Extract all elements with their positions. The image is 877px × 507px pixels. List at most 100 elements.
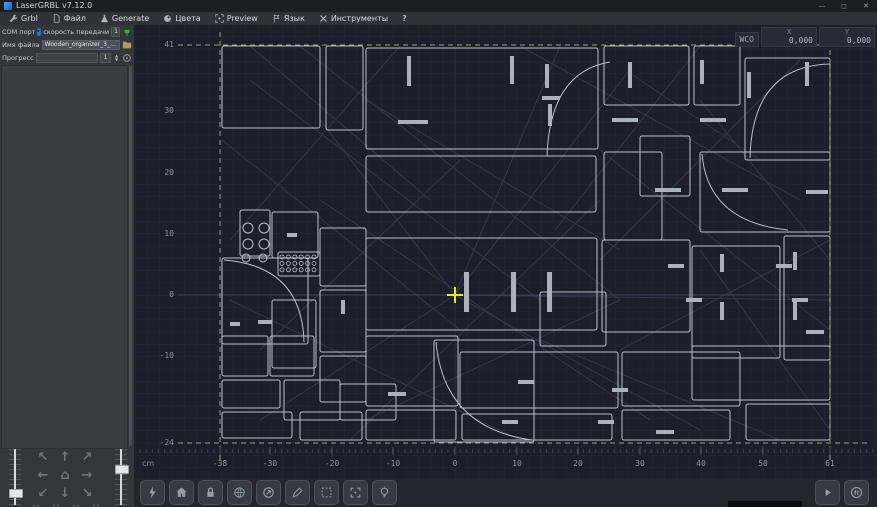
menu-item-инструменты[interactable]: Инструменты xyxy=(312,12,395,25)
goto-icon xyxy=(261,485,276,500)
x-ruler-label: 30 xyxy=(635,459,645,468)
y-ruler-label: 20 xyxy=(136,168,174,177)
loop-count-field[interactable]: 1 xyxy=(100,53,111,63)
jog-ne-arrow[interactable]: ↗ xyxy=(76,448,98,466)
jog-controls: ↖↑↗ ←⌂→ ↙↓↘ xyxy=(0,447,134,507)
baud-rate-select[interactable]: 1 xyxy=(111,27,120,37)
unlock-icon xyxy=(203,485,218,500)
blink-icon xyxy=(377,485,392,500)
frame-button[interactable] xyxy=(314,480,339,505)
x-ruler-label: -10 xyxy=(386,459,400,468)
progress-label: Прогресс xyxy=(2,54,34,62)
filename-field[interactable]: Wooden_organizer_3_mm.svg xyxy=(42,40,120,50)
x-ruler-label: 10 xyxy=(512,459,522,468)
focus-icon xyxy=(348,485,363,500)
jog-sw-arrow[interactable]: ↙ xyxy=(32,484,54,502)
com-port-label: COM порт xyxy=(2,28,35,36)
x-ruler-label: 50 xyxy=(758,459,768,468)
wrench-icon xyxy=(9,14,18,23)
menu-item-label: Preview xyxy=(227,14,258,23)
x-ruler-label: 20 xyxy=(573,459,583,468)
menu-item-язык[interactable]: Язык xyxy=(265,12,312,25)
close-button[interactable]: ✕ xyxy=(855,0,877,12)
home-icon xyxy=(174,485,189,500)
jog-nw-arrow[interactable]: ↖ xyxy=(32,448,54,466)
window-controls: — ◻ ✕ xyxy=(811,0,877,12)
filename-label: Имя файла xyxy=(2,41,40,49)
open-file-button[interactable] xyxy=(122,40,132,50)
taskbar-peek xyxy=(728,501,802,507)
blink-button[interactable] xyxy=(372,480,397,505)
play-button[interactable] xyxy=(815,480,840,505)
jog-pad: ↖↑↗ ←⌂→ ↙↓↘ xyxy=(32,448,98,502)
y-ruler-label: 10 xyxy=(136,229,174,238)
connect-button[interactable] xyxy=(122,27,132,37)
y-ruler-label: -24 xyxy=(136,438,174,447)
y-ruler-label: 41 xyxy=(136,40,174,49)
x-ruler-label: 40 xyxy=(696,459,706,468)
file-icon xyxy=(52,14,61,23)
y-coordinate-display: Y 0,000 xyxy=(819,27,875,47)
menu-item-файл[interactable]: Файл xyxy=(45,12,93,25)
pen-icon xyxy=(290,485,305,500)
jog-extra-controls xyxy=(30,503,102,507)
loop-button[interactable] xyxy=(122,53,132,63)
play-icon xyxy=(820,485,835,500)
reset-button[interactable] xyxy=(140,480,165,505)
x-ruler-label: -30 xyxy=(263,459,277,468)
minimize-button[interactable]: — xyxy=(811,0,833,12)
menu-item-generate[interactable]: Generate xyxy=(93,12,156,25)
menu-item-label: Grbl xyxy=(21,14,38,23)
menu-bar: Grbl ФайлGenerateЦвета Preview Язык Инструме… xyxy=(0,12,877,26)
log-scrollbar[interactable] xyxy=(129,66,132,446)
jog-se-arrow[interactable]: ↘ xyxy=(76,484,98,502)
y-ruler-label: -10 xyxy=(136,351,174,360)
pen-button[interactable] xyxy=(285,480,310,505)
jog-left-arrow[interactable]: ← xyxy=(32,466,54,484)
jog-home-button[interactable]: ⌂ xyxy=(54,466,76,484)
frame-icon xyxy=(319,485,334,500)
jog-up-arrow[interactable]: ↑ xyxy=(54,448,76,466)
jog-down-arrow[interactable]: ↓ xyxy=(54,484,76,502)
title-bar: LaserGRBL v7.12.0 — ◻ ✕ xyxy=(0,0,877,12)
slider-icon-1[interactable] xyxy=(50,503,62,507)
progress-bar xyxy=(36,53,98,63)
menu-item-label: Язык xyxy=(284,14,305,23)
preview-icon xyxy=(215,14,224,23)
preview-canvas[interactable]: -38-30-20-100102030405061413020100-10-24… xyxy=(134,25,877,478)
menu-item-grbl[interactable]: Grbl xyxy=(2,12,45,25)
gcode-log-area[interactable] xyxy=(1,65,128,449)
slider-icon-2[interactable] xyxy=(70,503,82,507)
jog-speed-slider[interactable] xyxy=(8,449,22,505)
pause-icon xyxy=(849,485,864,500)
globe-button[interactable] xyxy=(227,480,252,505)
window-title: LaserGRBL v7.12.0 xyxy=(16,0,92,12)
home-button[interactable] xyxy=(169,480,194,505)
menu-item-label: Инструменты xyxy=(331,14,388,23)
left-panel: COM порт скорость передачи 1 Имя файла W… xyxy=(0,25,134,507)
globe-icon xyxy=(232,485,247,500)
coordinate-overlay: WCO X 0,000 Y 0,000 xyxy=(735,27,875,47)
slider-icon-0[interactable] xyxy=(30,503,42,507)
maximize-button[interactable]: ◻ xyxy=(833,0,855,12)
menu-item-label: ? xyxy=(402,14,407,23)
menu-item-цвета[interactable]: Цвета xyxy=(156,12,207,25)
com-port-select[interactable] xyxy=(37,28,41,36)
slider-icon-3[interactable] xyxy=(90,503,102,507)
flag-icon xyxy=(272,14,281,23)
focus-button[interactable] xyxy=(343,480,368,505)
jog-right-arrow[interactable]: → xyxy=(76,466,98,484)
app-icon xyxy=(4,2,12,10)
ruler-unit-label: cm xyxy=(142,459,154,468)
lasergrbl-window: LaserGRBL v7.12.0 — ◻ ✕ Grbl ФайлGenerate… xyxy=(0,0,877,507)
menu-item-preview[interactable]: Preview xyxy=(208,12,265,25)
flask-icon xyxy=(100,14,109,23)
laser-preview-drawing xyxy=(134,25,877,478)
y-ruler-label: 30 xyxy=(136,106,174,115)
menu-item-?[interactable]: ? xyxy=(395,12,414,25)
unlock-button[interactable] xyxy=(198,480,223,505)
loop-count-stepper[interactable]: ▲▼ xyxy=(113,54,120,62)
jog-step-slider[interactable] xyxy=(114,449,128,505)
pause-button[interactable] xyxy=(844,480,869,505)
goto-button[interactable] xyxy=(256,480,281,505)
